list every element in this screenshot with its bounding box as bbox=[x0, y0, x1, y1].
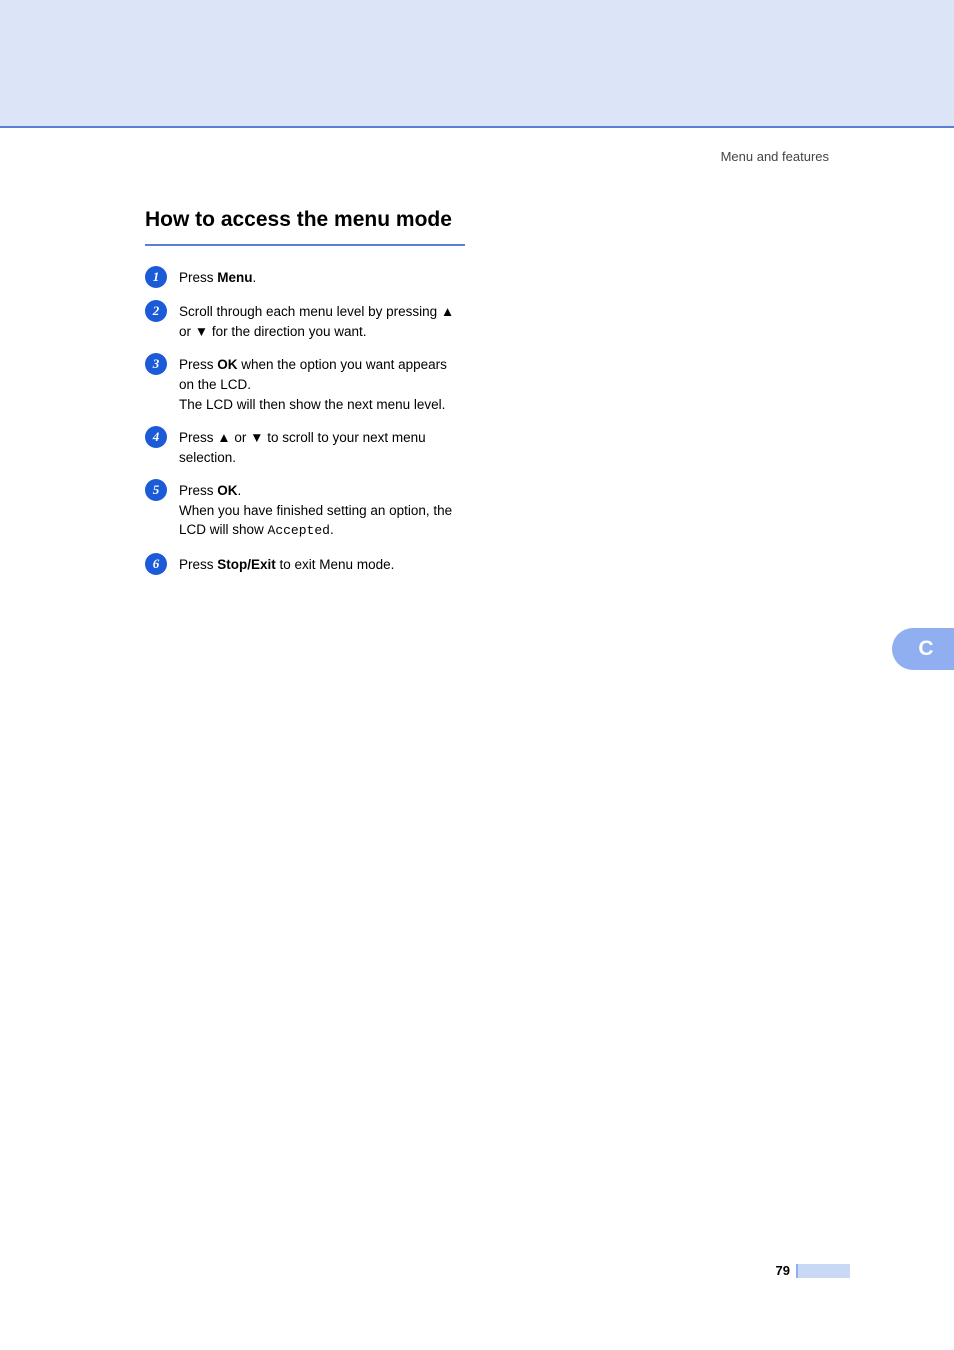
step-text: Press ▲ or ▼ to scroll to your next menu… bbox=[179, 428, 465, 467]
step-number-badge: 2 bbox=[145, 300, 167, 322]
text: Scroll through each menu level by pressi… bbox=[179, 304, 441, 319]
text: for the direction you want. bbox=[208, 324, 366, 339]
mono-text: Accepted bbox=[268, 523, 330, 538]
step-item: 1 Press Menu. bbox=[145, 268, 465, 288]
text: or bbox=[179, 324, 195, 339]
step-text: Press Stop/Exit to exit Menu mode. bbox=[179, 555, 394, 575]
step-item: 3 Press OK when the option you want appe… bbox=[145, 355, 465, 414]
text: Press bbox=[179, 430, 217, 445]
bold-text: Stop/Exit bbox=[217, 557, 276, 572]
breadcrumb: Menu and features bbox=[721, 149, 829, 164]
bold-text: Menu bbox=[217, 270, 252, 285]
footer: 79 bbox=[776, 1263, 850, 1278]
up-arrow-icon: ▲ bbox=[441, 304, 454, 319]
step-text: Scroll through each menu level by pressi… bbox=[179, 302, 465, 341]
text: Press bbox=[179, 357, 217, 372]
step-item: 5 Press OK. When you have finished setti… bbox=[145, 481, 465, 541]
bold-text: OK bbox=[217, 483, 237, 498]
text: Press bbox=[179, 483, 217, 498]
page-number: 79 bbox=[776, 1263, 790, 1278]
text: . bbox=[253, 270, 257, 285]
footer-decoration bbox=[798, 1264, 850, 1278]
step-number-badge: 3 bbox=[145, 353, 167, 375]
side-tab-letter: C bbox=[918, 637, 933, 661]
text: to exit Menu mode. bbox=[276, 557, 395, 572]
step-number-badge: 4 bbox=[145, 426, 167, 448]
up-arrow-icon: ▲ bbox=[217, 430, 230, 445]
text: or bbox=[231, 430, 251, 445]
down-arrow-icon: ▼ bbox=[195, 324, 208, 339]
side-tab: C bbox=[892, 628, 954, 670]
text: Press bbox=[179, 557, 217, 572]
section-title: How to access the menu mode bbox=[145, 206, 465, 246]
text: The LCD will then show the next menu lev… bbox=[179, 397, 445, 412]
down-arrow-icon: ▼ bbox=[250, 430, 263, 445]
text: . bbox=[238, 483, 242, 498]
step-text: Press OK when the option you want appear… bbox=[179, 355, 465, 414]
text: . bbox=[330, 522, 334, 537]
bold-text: OK bbox=[217, 357, 237, 372]
step-item: 6 Press Stop/Exit to exit Menu mode. bbox=[145, 555, 465, 575]
text: Press bbox=[179, 270, 217, 285]
step-text: Press OK. When you have finished setting… bbox=[179, 481, 465, 541]
step-number-badge: 1 bbox=[145, 266, 167, 288]
step-text: Press Menu. bbox=[179, 268, 256, 288]
step-item: 4 Press ▲ or ▼ to scroll to your next me… bbox=[145, 428, 465, 467]
step-item: 2 Scroll through each menu level by pres… bbox=[145, 302, 465, 341]
step-number-badge: 5 bbox=[145, 479, 167, 501]
step-number-badge: 6 bbox=[145, 553, 167, 575]
main-content: How to access the menu mode 1 Press Menu… bbox=[145, 206, 465, 589]
header-bar bbox=[0, 0, 954, 128]
